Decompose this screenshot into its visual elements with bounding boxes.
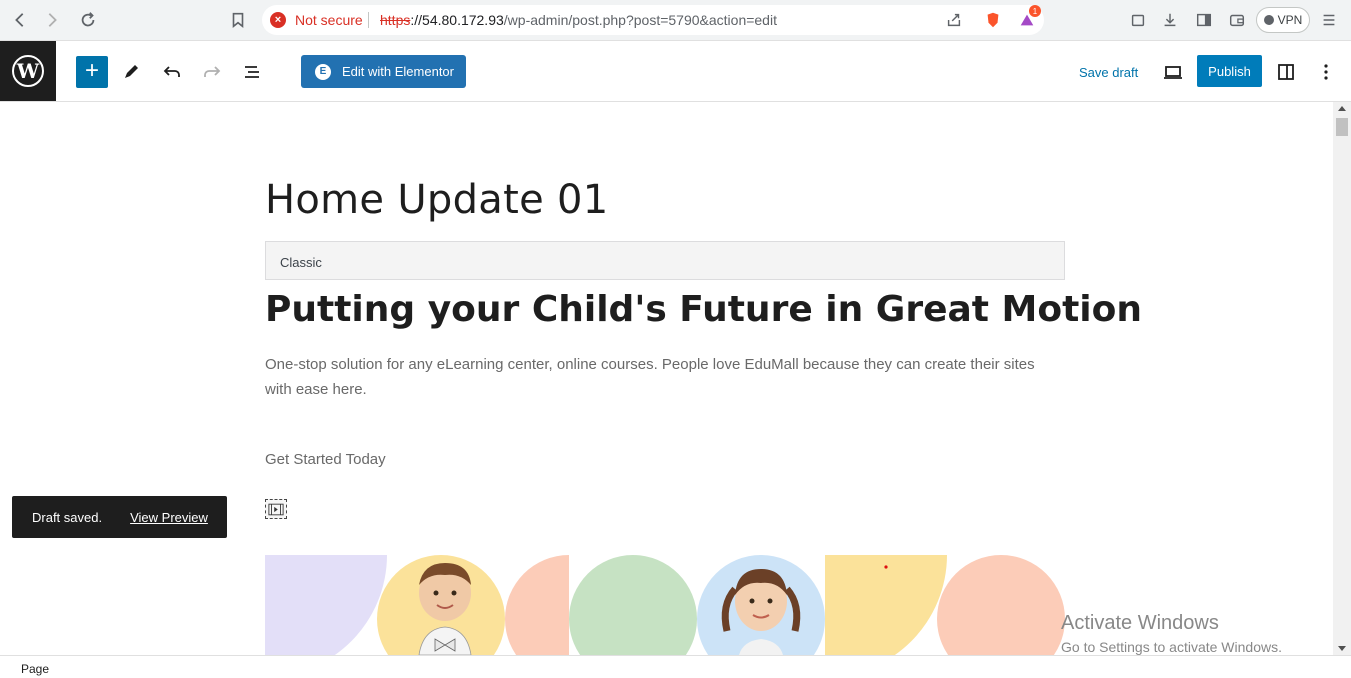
vpn-label: VPN bbox=[1277, 13, 1303, 27]
save-draft-button[interactable]: Save draft bbox=[1079, 65, 1138, 80]
list-view-icon[interactable] bbox=[238, 58, 266, 86]
shape-quarter-purple bbox=[265, 555, 387, 655]
security-label[interactable]: Not secure bbox=[295, 12, 363, 28]
wordpress-logo-button[interactable]: W bbox=[0, 41, 56, 101]
pencil-icon[interactable] bbox=[117, 58, 145, 86]
classic-block-toolbar[interactable]: Classic bbox=[265, 241, 1065, 280]
watermark-title: Activate Windows bbox=[1061, 612, 1219, 634]
brave-rewards-icon[interactable]: 1 bbox=[1015, 5, 1041, 32]
publish-button[interactable]: Publish bbox=[1197, 55, 1262, 87]
add-block-button[interactable]: + bbox=[76, 56, 108, 88]
not-secure-icon: × bbox=[270, 12, 286, 28]
rewards-badge: 1 bbox=[1029, 5, 1041, 17]
vpn-status-icon bbox=[1263, 15, 1274, 25]
scroll-up-icon[interactable] bbox=[1338, 106, 1346, 111]
menu-icon[interactable] bbox=[1317, 8, 1341, 32]
editor-canvas: Home Update 01 Classic Putting your Chil… bbox=[0, 102, 1333, 655]
shape-circle-green bbox=[569, 555, 697, 655]
shape-quarter-yellow bbox=[825, 555, 947, 655]
elementor-label: Edit with Elementor bbox=[342, 64, 454, 79]
address-bar[interactable]: × Not secure https://54.80.172.93/wp-adm… bbox=[262, 5, 1044, 35]
wallet-icon[interactable] bbox=[1225, 8, 1249, 32]
wordpress-logo-icon: W bbox=[12, 55, 44, 87]
reload-icon[interactable] bbox=[76, 8, 100, 32]
shape-red-dot bbox=[884, 565, 888, 569]
vpn-button[interactable]: VPN bbox=[1256, 7, 1310, 33]
scroll-down-icon[interactable] bbox=[1338, 646, 1346, 651]
browser-toolbar: × Not secure https://54.80.172.93/wp-adm… bbox=[0, 0, 1351, 41]
get-started-link[interactable]: Get Started Today bbox=[265, 451, 386, 468]
draft-saved-notice: Draft saved. View Preview bbox=[12, 496, 227, 538]
post-title[interactable]: Home Update 01 bbox=[265, 177, 609, 223]
download-icon[interactable] bbox=[1158, 8, 1182, 32]
shape-half-peach bbox=[505, 555, 569, 655]
extensions-icon[interactable] bbox=[1126, 8, 1150, 32]
url-protocol: https bbox=[380, 12, 411, 28]
editor-scrollbar[interactable] bbox=[1333, 102, 1351, 655]
back-icon[interactable] bbox=[8, 8, 32, 32]
block-breadcrumb: Page bbox=[0, 655, 1351, 678]
forward-icon[interactable] bbox=[40, 8, 64, 32]
decorative-shapes bbox=[265, 555, 1065, 655]
boy-photo bbox=[418, 563, 472, 655]
preview-icon[interactable] bbox=[1159, 58, 1187, 86]
scroll-thumb[interactable] bbox=[1336, 118, 1348, 136]
more-options-icon[interactable] bbox=[1312, 58, 1340, 86]
redo-icon[interactable] bbox=[198, 58, 226, 86]
view-preview-link[interactable]: View Preview bbox=[130, 510, 208, 525]
brave-shield-icon[interactable] bbox=[981, 8, 1005, 32]
share-icon[interactable] bbox=[942, 8, 966, 32]
film-icon[interactable] bbox=[265, 499, 287, 519]
url-host: ://54.80.172.93 bbox=[410, 12, 504, 28]
hero-heading[interactable]: Putting your Child's Future in Great Mot… bbox=[265, 289, 1142, 330]
notice-message: Draft saved. bbox=[32, 509, 103, 525]
undo-icon[interactable] bbox=[158, 58, 186, 86]
url-divider bbox=[368, 12, 369, 28]
edit-with-elementor-button[interactable]: E Edit with Elementor bbox=[301, 55, 466, 88]
activate-windows-watermark: Activate Windows Go to Settings to activ… bbox=[1061, 612, 1282, 655]
settings-sidebar-icon[interactable] bbox=[1272, 58, 1300, 86]
editor-toolbar: W + E Edit with Elementor Save draft Pub… bbox=[0, 41, 1351, 102]
bookmark-icon[interactable] bbox=[226, 8, 250, 32]
url-text[interactable]: https://54.80.172.93/wp-admin/post.php?p… bbox=[380, 12, 777, 28]
url-path: /wp-admin/post.php?post=5790&action=edit bbox=[503, 12, 777, 28]
sidebar-icon[interactable] bbox=[1192, 8, 1216, 32]
shape-circle-peach bbox=[937, 555, 1065, 655]
elementor-icon: E bbox=[315, 63, 331, 80]
watermark-subtitle: Go to Settings to activate Windows. bbox=[1061, 639, 1282, 655]
hero-description[interactable]: One-stop solution for any eLearning cent… bbox=[265, 352, 1055, 402]
breadcrumb-page[interactable]: Page bbox=[21, 662, 49, 676]
